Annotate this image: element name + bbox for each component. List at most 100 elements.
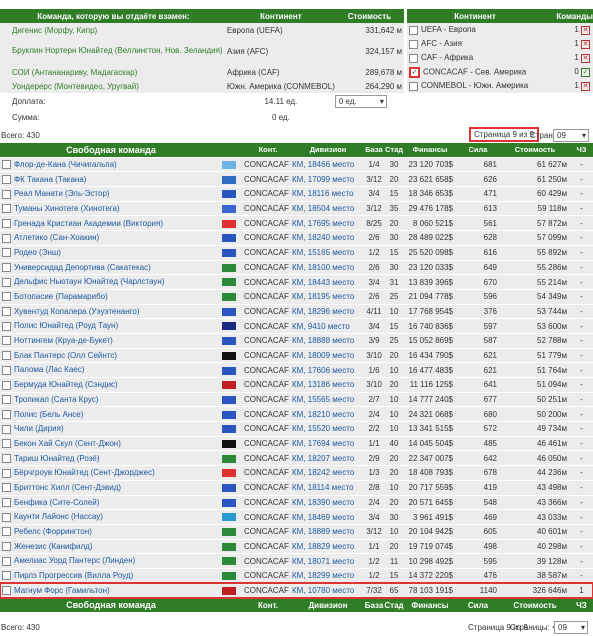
team-link[interactable]: Ботопасие (Парамарибо) <box>14 292 108 301</box>
row-checkbox[interactable] <box>2 424 11 434</box>
row-checkbox[interactable] <box>2 277 11 287</box>
row-division[interactable]: КМ, 18242 место <box>292 465 364 481</box>
row-division[interactable]: КМ, 18888 место <box>292 333 364 349</box>
row-division[interactable]: КМ, 18299 место <box>292 568 364 584</box>
row-division[interactable]: КМ, 18116 место <box>292 186 364 202</box>
team-link[interactable]: Женезис (Канифилд) <box>14 542 93 551</box>
team-link[interactable]: Полис (Бель Ансе) <box>14 410 83 419</box>
row-checkbox[interactable] <box>2 395 11 405</box>
row-division[interactable]: КМ, 18009 место <box>292 348 364 364</box>
row-division[interactable]: КМ, 17606 место <box>292 362 364 378</box>
exchange-team-link[interactable]: Бруклин Нортерн Юнайтед (Веллингтон, Нов… <box>0 37 227 65</box>
team-link[interactable]: Флор-де-Кана (Чичигальпа) <box>14 160 117 169</box>
row-division[interactable]: КМ, 15520 место <box>292 421 364 437</box>
team-link[interactable]: Родео (Энш) <box>14 248 61 257</box>
row-checkbox[interactable] <box>2 263 11 273</box>
team-link[interactable]: Универсидад Депортива (Сакатекас) <box>14 263 151 272</box>
team-link[interactable]: Хувентуд Копалера (Уэуэтенанго) <box>14 307 140 316</box>
row-division[interactable]: КМ, 18207 место <box>292 450 364 467</box>
continent-checkbox[interactable] <box>409 53 418 63</box>
team-link[interactable]: Бенфика (Сите-Солей) <box>14 498 99 507</box>
row-checkbox[interactable] <box>2 439 11 449</box>
team-link[interactable]: Бёрчгроув Юнайтед (Сент-Джорджес) <box>14 468 155 477</box>
row-division[interactable]: КМ, 18504 место <box>292 201 364 217</box>
team-link[interactable]: Пирлз Прогрессив (Вилла Роуд) <box>14 571 133 580</box>
surcharge-select[interactable]: 0 ед. <box>334 94 387 108</box>
exchange-team-link[interactable]: СОИ (Антананариву, Мадагаскар) <box>0 65 227 79</box>
team-link[interactable]: Атлетико (Сан-Хоакин) <box>14 233 99 242</box>
row-division[interactable]: КМ, 13186 место <box>292 377 364 393</box>
col-cost[interactable]: Стоимость <box>500 143 570 158</box>
row-division[interactable]: КМ, 18240 место <box>292 230 364 246</box>
row-checkbox[interactable] <box>2 248 11 258</box>
row-division[interactable]: КМ, 18829 место <box>292 539 364 555</box>
team-link[interactable]: Бекон Хай Скул (Сент-Джон) <box>14 439 121 448</box>
team-link[interactable]: Бриттонс Хилл (Сент-Дэвид) <box>14 483 121 492</box>
row-checkbox[interactable] <box>2 365 11 375</box>
row-checkbox[interactable] <box>2 468 11 478</box>
continent-checkbox[interactable] <box>409 25 418 35</box>
row-division[interactable]: КМ, 17099 место <box>292 171 364 188</box>
row-division[interactable]: КМ, 15165 место <box>292 245 364 261</box>
exchange-team-link[interactable]: Уондерерс (Монтевидео, Уругвай) <box>0 79 227 93</box>
row-checkbox[interactable] <box>2 586 11 596</box>
team-link[interactable]: Каунти Лайонс (Нассау) <box>14 512 103 521</box>
continent-checkbox[interactable] <box>409 39 418 49</box>
row-checkbox[interactable] <box>2 512 11 522</box>
page-select-bottom[interactable]: 09 <box>554 621 588 634</box>
row-checkbox[interactable] <box>2 498 11 508</box>
team-link[interactable]: Полис Юнайтед (Роуд Таун) <box>14 321 118 330</box>
row-division[interactable]: КМ, 18889 место <box>292 524 364 540</box>
row-division[interactable]: КМ, 17695 место <box>292 215 364 232</box>
col-cont[interactable]: Конт. <box>244 143 292 158</box>
team-link[interactable]: Палома (Лас Каес) <box>14 365 84 374</box>
row-division[interactable]: КМ, 10780 место <box>292 583 364 599</box>
row-division[interactable]: КМ, 18390 место <box>292 495 364 511</box>
row-division[interactable]: КМ, 18210 место <box>292 406 364 423</box>
row-checkbox[interactable] <box>2 409 11 419</box>
row-division[interactable]: КМ, 18443 место <box>292 274 364 290</box>
col-division[interactable]: Дивизион <box>292 143 364 158</box>
row-checkbox[interactable] <box>2 380 11 390</box>
team-link[interactable]: Тариш Юнайтед (Розё) <box>14 454 99 463</box>
row-division[interactable]: КМ, 18296 место <box>292 304 364 320</box>
row-division[interactable]: КМ, 17694 место <box>292 436 364 452</box>
row-division[interactable]: КМ, 18469 место <box>292 509 364 525</box>
row-checkbox[interactable] <box>2 160 11 170</box>
close-icon[interactable]: ✕ <box>581 25 590 35</box>
row-checkbox[interactable] <box>2 292 11 302</box>
row-checkbox[interactable] <box>2 483 11 493</box>
row-checkbox[interactable] <box>2 571 11 581</box>
row-division[interactable]: КМ, 18100 место <box>292 260 364 276</box>
row-division[interactable]: КМ, 18466 место <box>292 157 364 173</box>
col-power[interactable]: Сила <box>456 143 500 158</box>
col-team[interactable]: Свободная команда <box>0 143 222 158</box>
team-link[interactable]: Дельфис Ньютаун Юнайтед (Чарлстаун) <box>14 277 165 286</box>
team-link[interactable]: Тропикал (Санта Крус) <box>14 395 98 404</box>
col-base[interactable]: База <box>364 143 384 158</box>
row-checkbox[interactable] <box>2 307 11 317</box>
team-link[interactable]: Реал Манати (Эль-Эстор) <box>14 189 110 198</box>
team-link[interactable]: Амелиас Уорд Пантерс (Линден) <box>14 556 135 565</box>
col-stad[interactable]: Стад <box>384 143 404 158</box>
row-division[interactable]: КМ, 9410 место <box>292 318 364 334</box>
row-checkbox[interactable] <box>2 527 11 537</box>
row-checkbox[interactable] <box>2 321 11 331</box>
team-link[interactable]: Блак Пантерс (Олл Сейнтс) <box>14 351 117 360</box>
row-division[interactable]: КМ, 18114 место <box>292 480 364 496</box>
row-division[interactable]: КМ, 15565 место <box>292 392 364 408</box>
row-checkbox[interactable] <box>2 233 11 243</box>
close-icon[interactable]: ✕ <box>581 53 590 63</box>
team-link[interactable]: Ребелс (Форрингтон) <box>14 527 92 536</box>
continent-checkbox-checked[interactable]: ✓ <box>409 66 420 78</box>
col-fin[interactable]: Финансы <box>404 143 456 158</box>
team-link[interactable]: Чили (Дирия) <box>14 424 64 433</box>
row-checkbox[interactable] <box>2 204 11 214</box>
team-link[interactable]: ФК Такана (Такана) <box>14 175 86 184</box>
row-checkbox[interactable] <box>2 351 11 361</box>
close-icon[interactable]: ✕ <box>581 39 590 49</box>
page-select[interactable]: 09 <box>553 129 589 142</box>
row-checkbox[interactable] <box>2 336 11 346</box>
row-checkbox[interactable] <box>2 189 11 199</box>
team-link[interactable]: Гренада Кристиан Академии (Виктория) <box>14 219 163 228</box>
